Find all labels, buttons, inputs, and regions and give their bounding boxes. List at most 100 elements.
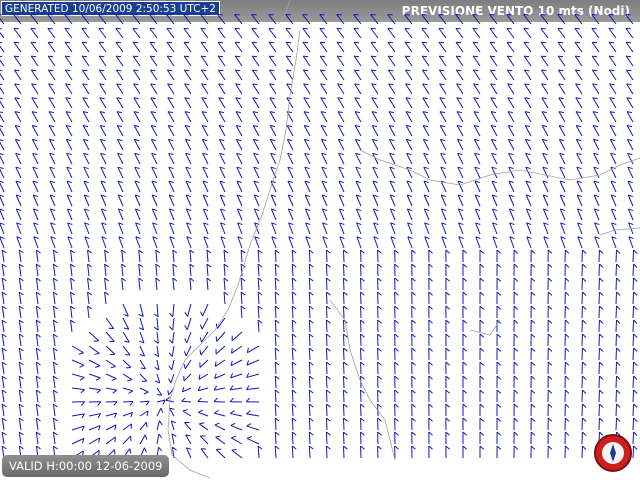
wind-barb	[166, 28, 175, 39]
wind-barb-tick	[582, 431, 587, 436]
wind-barb	[183, 41, 192, 53]
wind-barb-tick	[582, 403, 587, 408]
wind-barb	[234, 41, 243, 53]
wind-barb-tick	[353, 41, 360, 44]
wind-barb	[615, 403, 618, 417]
wind-barb	[557, 55, 566, 67]
wind-barb	[149, 14, 158, 25]
wind-barb	[574, 28, 583, 39]
wind-barb-tick	[198, 409, 204, 413]
wind-barb	[325, 389, 328, 403]
wind-barb-tick	[599, 277, 604, 282]
wind-barb-tick	[133, 55, 139, 58]
wind-barb	[235, 83, 243, 95]
wind-barb-tick	[462, 375, 468, 380]
wind-barb	[632, 333, 635, 347]
wind-barb	[139, 373, 148, 382]
wind-barb	[337, 125, 345, 137]
wind-barb-tick	[564, 305, 570, 310]
wind-barb	[65, 125, 73, 137]
wind-barb	[1, 264, 5, 277]
wind-barb-tick	[582, 333, 587, 338]
wind-barb	[455, 28, 464, 39]
wind-barb	[405, 111, 413, 123]
wind-barb-tick	[109, 353, 115, 356]
wind-barb-tick	[246, 410, 251, 415]
wind-barb	[99, 111, 107, 123]
wind-barb	[342, 403, 345, 417]
wind-barb	[506, 41, 515, 53]
wind-barb	[308, 263, 311, 277]
wind-barb-tick	[479, 403, 485, 408]
wind-barb	[234, 14, 243, 25]
wind-barb	[591, 28, 600, 39]
wind-barb-tick	[167, 55, 173, 58]
wind-barb-tick	[616, 375, 621, 380]
wind-barb	[30, 28, 39, 39]
wind-barb	[308, 417, 311, 431]
wind-barb	[183, 14, 192, 25]
wind-barb	[557, 14, 566, 25]
wind-barb-tick	[633, 389, 638, 394]
wind-barb	[342, 333, 345, 347]
wind-barb	[371, 83, 379, 95]
wind-barb	[138, 250, 141, 263]
wind-barb	[558, 125, 566, 137]
wind-barb	[35, 432, 39, 445]
wind-barb	[404, 69, 413, 81]
wind-barb	[257, 319, 260, 333]
wind-barb-tick	[564, 389, 570, 394]
wind-barb	[325, 319, 328, 333]
wind-barb-tick	[496, 263, 502, 268]
wind-barb	[13, 41, 22, 53]
wind-barb	[71, 413, 85, 417]
wind-barb	[98, 41, 107, 53]
wind-barb	[308, 319, 311, 333]
wind-barb	[223, 291, 226, 305]
wind-barb-tick	[158, 433, 163, 439]
wind-barb	[199, 435, 209, 445]
wind-barb-tick	[530, 333, 536, 338]
wind-barb	[35, 306, 39, 319]
wind-barb	[150, 139, 158, 151]
wind-barb	[183, 28, 192, 39]
wind-barb	[155, 250, 158, 263]
wind-barb	[404, 28, 413, 39]
wind-barb	[291, 389, 294, 403]
wind-barb	[18, 264, 22, 277]
wind-barb-tick	[411, 375, 416, 380]
wind-barb	[133, 83, 141, 95]
wind-barb-tick	[530, 263, 536, 268]
wind-barb	[268, 41, 277, 53]
wind-barb	[116, 97, 124, 109]
wind-barb-tick	[411, 417, 416, 422]
wind-barb	[87, 264, 90, 277]
wind-barb-tick	[575, 55, 581, 58]
wind-barb-tick	[479, 417, 485, 422]
wind-barb-tick	[231, 448, 237, 451]
wind-barb-tick	[445, 277, 450, 282]
wind-barb-tick	[513, 361, 519, 366]
wind-barb-tick	[490, 55, 496, 58]
wind-barb	[200, 55, 209, 67]
wind-barb-tick	[462, 347, 468, 352]
wind-barb	[155, 278, 158, 291]
wind-barb	[71, 359, 85, 366]
wind-barb-tick	[547, 263, 553, 268]
wind-barb	[303, 139, 311, 151]
wind-barb-tick	[214, 361, 217, 367]
wind-barb	[422, 139, 430, 151]
wind-barb	[69, 264, 73, 277]
wind-barb-tick	[445, 291, 450, 296]
wind-barb-tick	[126, 379, 133, 382]
wind-barb	[274, 319, 277, 333]
wind-barb	[1, 250, 5, 263]
wind-barb	[133, 125, 141, 137]
wind-barb-tick	[0, 125, 4, 128]
wind-barb-tick	[422, 55, 428, 58]
wind-barb	[291, 319, 294, 333]
wind-barb	[325, 431, 328, 445]
wind-barb-tick	[496, 389, 502, 394]
wind-barb-tick	[564, 417, 570, 422]
wind-barb	[235, 139, 243, 151]
